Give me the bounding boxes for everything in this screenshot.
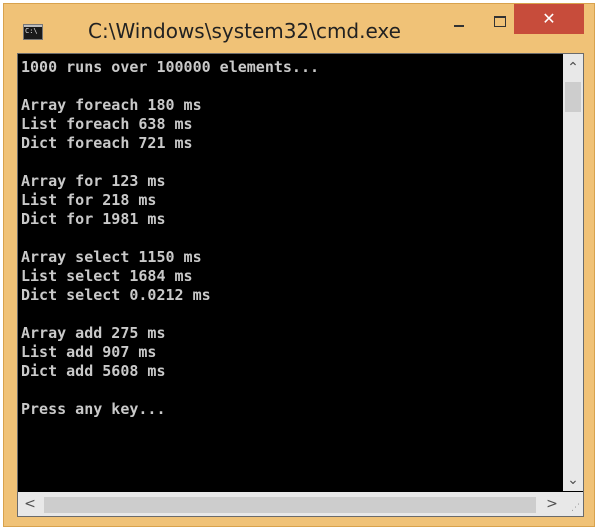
horizontal-scroll-thumb[interactable] — [44, 497, 536, 513]
scroll-left-icon[interactable]: < — [22, 496, 38, 512]
console-line: 1000 runs over 100000 elements... — [21, 58, 320, 76]
scroll-up-icon[interactable]: ⌃ — [565, 60, 581, 76]
console-window: C:\ C:\Windows\system32\cmd.exe ✕ 1000 r… — [3, 3, 595, 527]
close-icon: ✕ — [542, 9, 556, 28]
console-line: Dict select 0.0212 ms — [21, 286, 211, 304]
maximize-button[interactable] — [486, 4, 514, 32]
console-line: List for 218 ms — [21, 191, 157, 209]
console-line: Press any key... — [21, 400, 166, 418]
console-line: List add 907 ms — [21, 343, 157, 361]
cmd-app-icon[interactable]: C:\ — [23, 24, 43, 40]
console-line: Dict for 1981 ms — [21, 210, 166, 228]
scroll-right-icon[interactable]: > — [544, 496, 560, 512]
console-line: Array foreach 180 ms — [21, 96, 202, 114]
console-line: Dict foreach 721 ms — [21, 134, 193, 152]
console-output: 1000 runs over 100000 elements... Array … — [21, 58, 319, 419]
console-line: List foreach 638 ms — [21, 115, 193, 133]
console-line: List select 1684 ms — [21, 267, 193, 285]
vertical-scroll-thumb[interactable] — [565, 82, 581, 112]
vertical-scrollbar[interactable]: ⌃ ⌄ — [563, 54, 583, 491]
console-line: Dict add 5608 ms — [21, 362, 166, 380]
console-area[interactable]: 1000 runs over 100000 elements... Array … — [17, 53, 584, 517]
close-button[interactable]: ✕ — [514, 4, 584, 34]
window-title: C:\Windows\system32\cmd.exe — [88, 19, 401, 43]
console-line: Array for 123 ms — [21, 172, 166, 190]
console-line: Array add 275 ms — [21, 324, 166, 342]
minimize-button[interactable] — [445, 4, 473, 32]
horizontal-scrollbar[interactable]: < > — [18, 492, 563, 516]
console-line: Array select 1150 ms — [21, 248, 202, 266]
title-bar[interactable]: C:\ C:\Windows\system32\cmd.exe ✕ — [4, 4, 596, 54]
resize-corner[interactable]: ⋰ — [563, 492, 583, 516]
scroll-down-icon[interactable]: ⌄ — [565, 472, 581, 488]
resize-grip-icon[interactable]: ⋰ — [571, 503, 580, 513]
